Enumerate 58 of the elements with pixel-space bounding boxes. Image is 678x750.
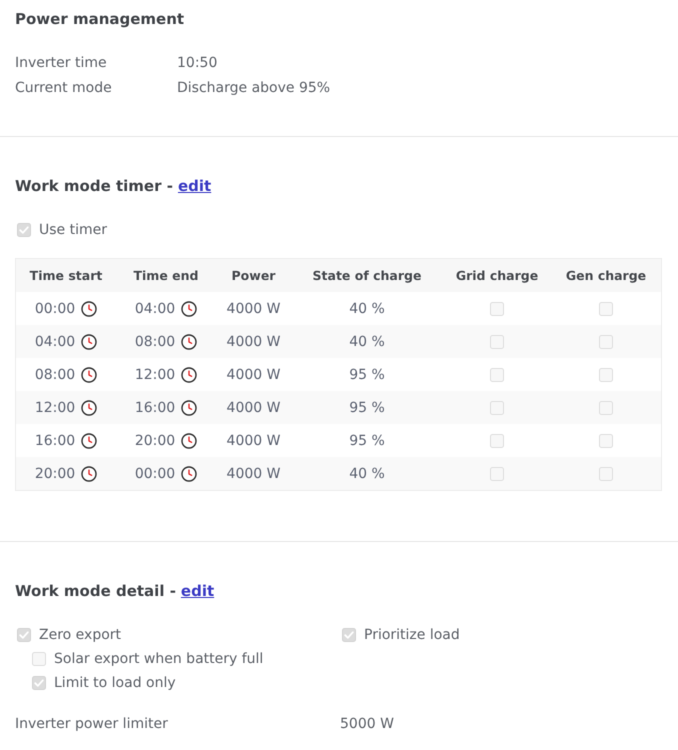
clock-icon [81,366,98,382]
clock-icon [181,334,198,350]
checkbox-label: Zero export [39,627,122,643]
info-label: Current mode [15,80,112,96]
charge-value: 95 % [349,432,385,448]
checkbox-label: Solar export when battery full [54,651,264,667]
power-value: 4000 W [226,300,280,316]
time-value: 12:00 [34,400,76,416]
column-header: Gen charge [564,268,648,283]
clock-icon [181,400,198,416]
time-value: 00:00 [34,300,76,316]
charge-value: 40 % [349,300,385,316]
section-title: Work mode timer - [15,176,173,197]
column-header: Power [230,268,276,283]
column-header: Time start [28,268,104,283]
clock-icon [181,432,198,448]
info-label: Inverter power limiter [15,716,168,732]
clock-icon [81,334,98,350]
time-value: 20:00 [34,466,76,482]
column-header: State of charge [312,268,422,283]
clock-icon [81,432,98,448]
charge-value: 95 % [349,400,385,416]
checkbox-label: Prioritize load [364,627,460,643]
time-value: 16:00 [34,432,76,448]
clock-icon [81,400,98,416]
power-value: 4000 W [226,432,280,448]
power-value: 4000 W [226,334,280,350]
power-value: 4000 W [226,366,280,382]
checkbox-label: Use timer [39,222,107,238]
charge-value: 95 % [349,366,385,382]
info-value: 10:50 [177,54,218,70]
power-value: 4000 W [226,400,280,416]
info-label: Inverter time [15,54,107,70]
time-value: 08:00 [34,366,76,382]
clock-icon [81,300,98,316]
time-value: 00:00 [134,466,176,482]
column-header: Grid charge [454,268,540,283]
info-value: Discharge above 95% [177,80,330,96]
clock-icon [81,466,98,482]
charge-value: 40 % [349,334,385,350]
power-value: 4000 W [226,466,280,482]
time-value: 12:00 [134,366,176,382]
clock-icon [181,366,198,382]
charge-value: 40 % [349,466,385,482]
clock-icon [181,300,198,316]
info-value: 5000 W [340,716,394,732]
time-value: 04:00 [134,300,176,316]
time-value: 04:00 [34,334,76,350]
column-header: Time end [132,268,200,283]
checkbox-label: Limit to load only [54,675,176,691]
clock-icon [181,466,198,482]
time-value: 20:00 [134,432,176,448]
time-value: 16:00 [134,400,176,416]
edit-link[interactable]: edit [178,175,212,197]
section-title: Power management [15,9,184,30]
section-title: Work mode detail - [15,581,176,602]
time-value: 08:00 [134,334,176,350]
edit-link[interactable]: edit [180,580,214,602]
